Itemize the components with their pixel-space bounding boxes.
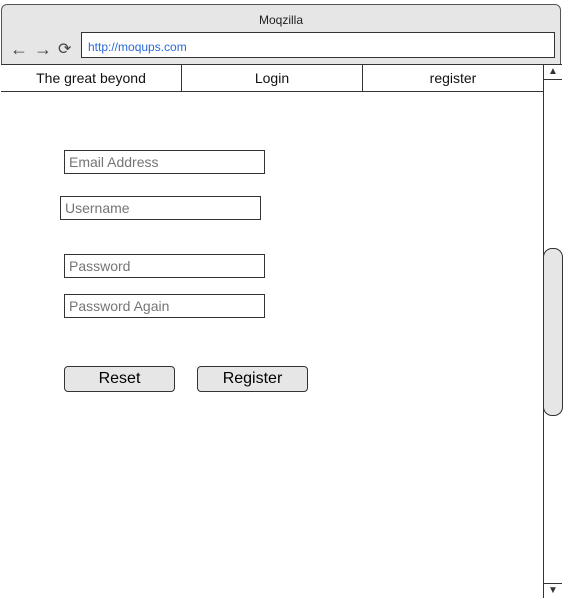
tab-the-great-beyond[interactable]: The great beyond (1, 65, 182, 91)
address-bar[interactable]: http://moqups.com (81, 32, 555, 58)
window-title: Moqzilla (258, 13, 303, 27)
nav-bar: The great beyond Login register (1, 65, 543, 92)
page-content: The great beyond Login register (1, 64, 543, 598)
register-button[interactable]: Register (197, 366, 308, 392)
username-input[interactable] (60, 196, 261, 220)
scroll-down-icon[interactable]: ▼ (544, 583, 562, 598)
scroll-up-icon[interactable]: ▲ (544, 65, 562, 80)
password-again-input[interactable] (64, 294, 265, 318)
reload-icon[interactable]: ⟳ (58, 39, 71, 60)
tab-login[interactable]: Login (182, 65, 363, 91)
back-arrow-icon[interactable]: ← (10, 39, 28, 60)
password-input[interactable] (64, 254, 265, 278)
forward-arrow-icon[interactable]: → (34, 39, 52, 60)
email-input[interactable] (64, 150, 265, 174)
scroll-thumb[interactable] (543, 248, 563, 416)
reset-button[interactable]: Reset (64, 366, 175, 392)
browser-nav: ← → ⟳ (10, 39, 71, 60)
tab-register[interactable]: register (363, 65, 543, 91)
scrollbar[interactable]: ▲ ▼ (543, 64, 563, 598)
